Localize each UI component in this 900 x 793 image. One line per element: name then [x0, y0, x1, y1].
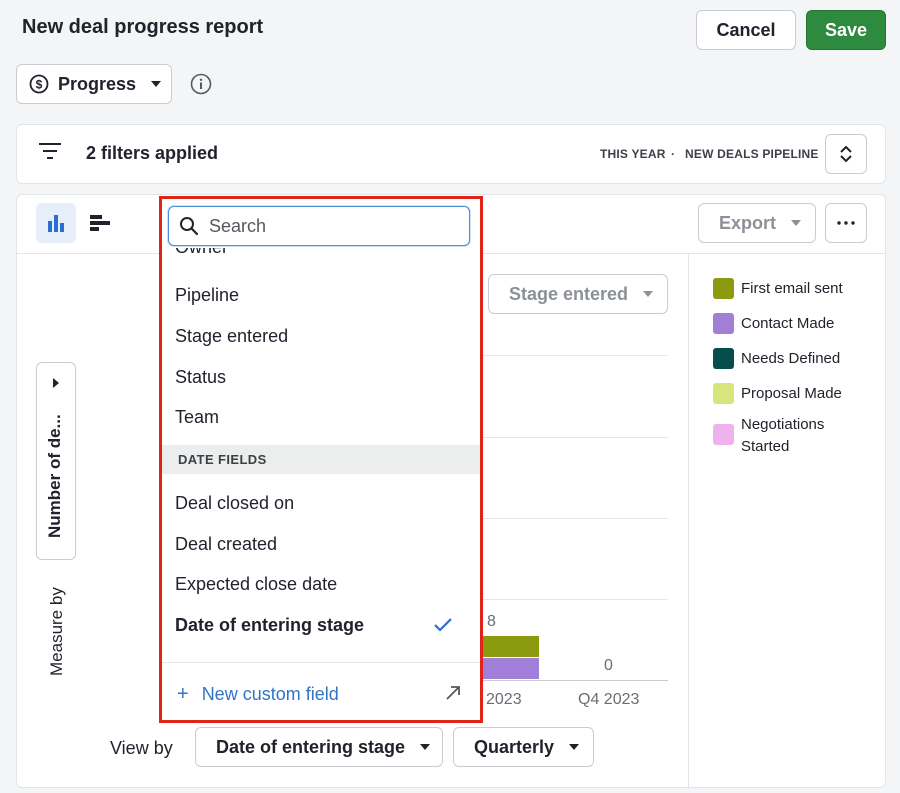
- expand-filters-button[interactable]: [825, 134, 867, 174]
- legend-item-negotiations-started: Negotiations Started: [713, 414, 871, 458]
- chart-tick-label-q4: Q4 2023: [578, 691, 640, 708]
- chart-tick-label-q3: 2023: [486, 691, 522, 708]
- export-label: Export: [719, 212, 777, 233]
- dropdown-item-clipped[interactable]: Owner: [162, 248, 480, 258]
- dropdown-item-deal-created[interactable]: Deal created: [175, 534, 277, 555]
- dropdown-divider: [162, 662, 480, 663]
- legend-swatch: [713, 383, 734, 404]
- chevron-down-icon: [420, 744, 431, 750]
- legend-swatch: [713, 278, 734, 299]
- chevron-up-down-icon: [840, 145, 852, 163]
- new-custom-field-link[interactable]: + New custom field: [177, 683, 339, 706]
- legend-swatch: [713, 348, 734, 369]
- dropdown-section-header: DATE FIELDS: [162, 445, 480, 474]
- view-by-value: Date of entering stage: [216, 736, 406, 757]
- legend-label: Proposal Made: [741, 385, 842, 402]
- view-by-label: View by: [110, 738, 173, 758]
- new-custom-field-label: New custom field: [201, 684, 339, 704]
- chevron-right-icon: [53, 378, 59, 388]
- more-horizontal-icon: [837, 221, 855, 225]
- chart-total-label-q4: 0: [604, 657, 613, 674]
- section-header-label: DATE FIELDS: [178, 452, 267, 467]
- dropdown-search[interactable]: [168, 206, 470, 246]
- filter-pipeline: NEW DEALS PIPELINE: [685, 147, 819, 161]
- dropdown-item-expected-close-date[interactable]: Expected close date: [175, 574, 337, 595]
- dropdown-item-team[interactable]: Team: [175, 407, 219, 428]
- report-type-select[interactable]: $ Progress: [16, 64, 172, 104]
- bar-chart-button[interactable]: [80, 203, 120, 243]
- legend-swatch: [713, 313, 734, 334]
- chart-bar-contact-made-q3[interactable]: [482, 658, 539, 679]
- filter-period: THIS YEAR: [600, 147, 666, 161]
- save-button[interactable]: Save: [806, 10, 886, 50]
- report-type-label: Progress: [58, 73, 137, 94]
- dropdown-item-stage-entered[interactable]: Stage entered: [175, 326, 288, 347]
- chevron-down-icon: [791, 220, 802, 226]
- check-icon: [434, 618, 452, 632]
- dollar-circle-icon: $: [29, 74, 49, 94]
- dropdown-item-date-of-entering-stage[interactable]: Date of entering stage: [175, 615, 364, 636]
- view-by-select[interactable]: Date of entering stage: [195, 727, 443, 767]
- more-options-button[interactable]: [825, 203, 867, 243]
- measure-label: Number of de...: [45, 414, 64, 538]
- segment-by-select[interactable]: Stage entered: [488, 274, 668, 314]
- column-chart-button[interactable]: [36, 203, 76, 243]
- filter-separator: ·: [671, 147, 676, 161]
- dropdown-item-label: Owner: [175, 248, 228, 258]
- filter-icon[interactable]: [38, 141, 62, 161]
- chevron-down-icon: [151, 81, 162, 87]
- chevron-down-icon: [643, 291, 654, 297]
- dropdown-item-deal-closed-on[interactable]: Deal closed on: [175, 493, 294, 514]
- legend-swatch: [713, 424, 734, 445]
- filters-summary[interactable]: 2 filters applied: [86, 143, 218, 164]
- legend-item-first-email-sent: First email sent: [713, 278, 843, 300]
- legend-label: Contact Made: [741, 315, 835, 332]
- external-link-icon[interactable]: [444, 684, 462, 702]
- legend-item-needs-defined: Needs Defined: [713, 348, 840, 370]
- plus-icon: +: [177, 683, 189, 705]
- column-chart-icon: [48, 215, 64, 232]
- legend-label: Needs Defined: [741, 350, 841, 367]
- measure-by-label: Measure by: [47, 587, 66, 676]
- cancel-button[interactable]: Cancel: [696, 10, 796, 50]
- page-title: New deal progress report: [22, 16, 264, 38]
- interval-select[interactable]: Quarterly: [453, 727, 594, 767]
- search-input[interactable]: [209, 215, 449, 237]
- bar-chart-icon: [90, 215, 110, 231]
- info-icon[interactable]: [190, 73, 212, 95]
- legend-divider: [688, 254, 689, 787]
- legend-label: Negotiations Started: [741, 416, 825, 455]
- legend-label: First email sent: [741, 280, 843, 297]
- export-button[interactable]: Export: [698, 203, 816, 243]
- legend-item-proposal-made: Proposal Made: [713, 383, 842, 405]
- segment-by-label: Stage entered: [509, 283, 629, 304]
- search-icon: [180, 217, 199, 236]
- interval-value: Quarterly: [474, 736, 555, 757]
- dropdown-item-pipeline[interactable]: Pipeline: [175, 285, 239, 306]
- dropdown-item-status[interactable]: Status: [175, 367, 226, 388]
- chevron-down-icon: [569, 744, 580, 750]
- chart-total-label-q3: 8: [487, 613, 496, 630]
- chart-bar-first-email-sent-q3[interactable]: [482, 636, 539, 657]
- svg-text:$: $: [36, 78, 43, 92]
- legend-item-contact-made: Contact Made: [713, 313, 834, 335]
